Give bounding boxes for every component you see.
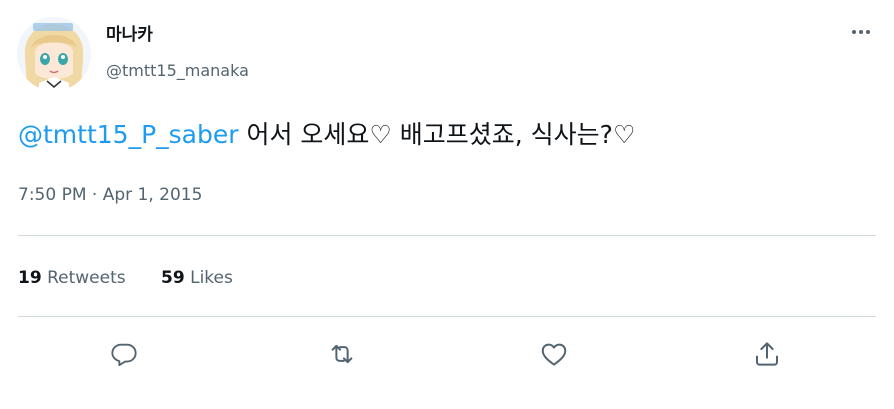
tweet-body: 어서 오세요♡ 배고프셨죠, 식사는?♡: [238, 120, 636, 149]
retweets-label: Retweets: [47, 268, 126, 288]
tweet-stats: 19 Retweets 59 Likes: [18, 266, 263, 290]
mention-link[interactable]: @tmtt15_P_saber: [18, 120, 239, 149]
retweets-count: 19: [18, 268, 42, 288]
divider: [18, 316, 876, 317]
reply-icon: [111, 343, 137, 367]
retweet-button[interactable]: [326, 338, 358, 370]
like-button[interactable]: [538, 338, 570, 370]
likes-label: Likes: [190, 268, 233, 288]
divider: [18, 235, 876, 236]
heart-icon: [541, 343, 567, 366]
retweets-stat[interactable]: 19 Retweets: [18, 268, 126, 288]
likes-stat[interactable]: 59 Likes: [161, 268, 233, 288]
author-handle[interactable]: @tmtt15_manaka: [106, 61, 249, 81]
likes-count: 59: [161, 268, 185, 288]
more-icon[interactable]: [846, 22, 876, 42]
share-button[interactable]: [751, 338, 783, 370]
reply-button[interactable]: [108, 338, 140, 370]
share-icon: [756, 342, 778, 366]
tweet-timestamp[interactable]: 7:50 PM · Apr 1, 2015: [18, 183, 202, 207]
author-display-name[interactable]: 마나카: [106, 24, 153, 46]
tweet-card: 마나카 @tmtt15_manaka @tmtt15_P_saber 어서 오세…: [0, 0, 894, 409]
tweet-text: @tmtt15_P_saber 어서 오세요♡ 배고프셨죠, 식사는?♡: [18, 115, 635, 155]
retweet-icon: [331, 344, 353, 364]
avatar[interactable]: [17, 17, 91, 91]
